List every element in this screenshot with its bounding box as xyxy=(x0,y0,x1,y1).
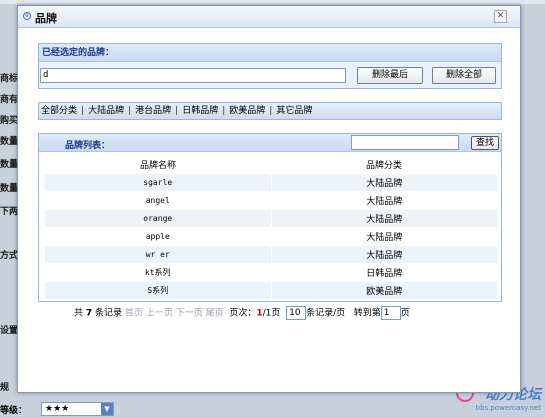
table-row[interactable]: apple 大陆品牌 xyxy=(45,226,497,245)
column-header-name: 品牌名称 xyxy=(139,160,176,171)
brand-name: kt系列 xyxy=(45,262,272,281)
brand-search-input[interactable] xyxy=(351,135,459,150)
remove-last-button[interactable]: 删除最后 xyxy=(357,67,423,84)
brand-name: apple xyxy=(45,226,272,245)
table-row[interactable]: kt系列 日韩品牌 xyxy=(45,262,497,281)
table-row[interactable]: angel 大陆品牌 xyxy=(45,190,497,209)
category-separator: | xyxy=(128,106,132,116)
column-header-category: 品牌分类 xyxy=(365,160,402,171)
brand-category: 大陆品牌 xyxy=(271,172,497,191)
brand-table: 品牌名称 品牌分类 sgarle 大陆品牌 angel 大陆品牌 orange … xyxy=(45,156,497,299)
chevron-down-icon: ▼ xyxy=(101,403,113,415)
close-icon[interactable]: ✕ xyxy=(494,10,507,23)
category-separator: | xyxy=(175,106,179,116)
brand-category: 大陆品牌 xyxy=(271,244,497,263)
brand-category: 欧美品牌 xyxy=(271,280,497,299)
table-row[interactable]: wr er 大陆品牌 xyxy=(45,244,497,263)
category-jp-kr[interactable]: 日韩品牌 xyxy=(182,106,218,116)
pager-last-link[interactable]: 尾页 xyxy=(206,309,224,319)
dialog-titlebar[interactable]: e 品牌 ✕ xyxy=(18,6,520,28)
category-eu-us[interactable]: 欧美品牌 xyxy=(229,106,265,116)
selected-brands-panel: 已经选定的品牌： d 删除最后 删除全部 xyxy=(38,43,502,89)
pager-total-count: 7 xyxy=(85,308,93,319)
category-filter-bar: 全部分类 | 大陆品牌 | 港台品牌 | 日韩品牌 | 欧美品牌 | 其它品牌 xyxy=(38,102,502,120)
dialog-title-icon: e xyxy=(23,12,31,20)
pager-first-link[interactable]: 首页 xyxy=(125,309,143,319)
table-row[interactable]: S系列 欧美品牌 xyxy=(45,280,497,299)
pager-goto-suffix: 页 xyxy=(400,308,410,319)
background-topbar xyxy=(0,0,545,4)
category-separator: | xyxy=(222,106,226,116)
pager-total-suffix: 条记录 xyxy=(95,308,123,319)
brand-list-title: 品牌列表： xyxy=(65,141,111,151)
brand-dialog: e 品牌 ✕ 已经选定的品牌： d 删除最后 删除全部 全部分类 | 大陆品牌 | 港台… xyxy=(17,5,521,393)
table-row[interactable]: sgarle 大陆品牌 xyxy=(45,172,497,191)
brand-list-panel: 品牌列表： 查找 品牌名称 品牌分类 sgarle 大陆品牌 angel 大陆品… xyxy=(38,133,502,302)
category-separator: | xyxy=(269,106,273,116)
pager-per-page-suffix: 条记录/页 xyxy=(306,308,346,319)
brand-category: 日韩品牌 xyxy=(271,262,497,281)
dialog-title: 品牌 xyxy=(35,12,57,25)
brand-category: 大陆品牌 xyxy=(271,190,497,209)
brand-name: sgarle xyxy=(45,172,272,191)
rating-value: ★★★ xyxy=(45,404,70,414)
watermark-url: bbs.poweroasy.net xyxy=(475,404,541,412)
remove-all-button[interactable]: 删除全部 xyxy=(432,67,496,84)
brand-name: orange xyxy=(45,208,272,227)
brand-category: 大陆品牌 xyxy=(271,208,497,227)
category-other[interactable]: 其它品牌 xyxy=(276,106,312,116)
category-hk-tw[interactable]: 港台品牌 xyxy=(135,106,171,116)
category-all[interactable]: 全部分类 xyxy=(41,106,77,116)
pager-goto-label: 转到第 xyxy=(353,308,381,319)
pager-total-pages: /1页 xyxy=(262,308,281,319)
pagination: 共 7 条记录 首页 上一页 下一页 尾页 页次： 1/1页 10 条记录/页 转到… xyxy=(74,306,494,322)
brand-name: angel xyxy=(45,190,272,209)
brand-name: wr er xyxy=(45,244,272,263)
category-separator: | xyxy=(81,106,85,116)
rating-select[interactable]: ★★★ ▼ xyxy=(41,402,114,416)
selected-brands-header: 已经选定的品牌： xyxy=(39,44,501,62)
category-mainland[interactable]: 大陆品牌 xyxy=(88,106,124,116)
brand-name: S系列 xyxy=(45,280,272,299)
goto-page-input[interactable]: 1 xyxy=(380,306,401,320)
pager-total-prefix: 共 xyxy=(74,308,84,319)
per-page-input[interactable]: 10 xyxy=(286,306,307,320)
selected-brands-input[interactable]: d xyxy=(40,68,346,83)
pager-prev-link[interactable]: 上一页 xyxy=(146,309,173,319)
search-button[interactable]: 查找 xyxy=(471,136,499,150)
brand-list-header: 品牌列表： 查找 xyxy=(39,134,501,152)
rating-label: 等级： xyxy=(0,406,28,416)
brand-category: 大陆品牌 xyxy=(271,226,497,245)
pager-page-label: 页次： xyxy=(229,308,257,319)
table-row[interactable]: orange 大陆品牌 xyxy=(45,208,497,227)
pager-next-link[interactable]: 下一页 xyxy=(176,309,203,319)
